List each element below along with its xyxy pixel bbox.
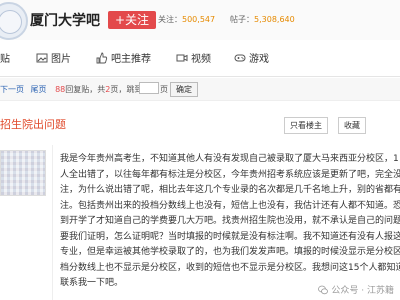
tab-images[interactable]: 图片 <box>36 50 71 65</box>
pager-links: 下一页 尾页 88回复贴，共2页，跳到 <box>0 84 142 95</box>
tab-games[interactable]: 游戏 <box>234 50 269 65</box>
video-icon <box>176 54 188 61</box>
post-line: 人全出错了，以往每年都有标注是分校区，今年贵州招考系统应该是更新了吧，完全没 <box>60 169 400 180</box>
post-count-value: 5,308,640 <box>254 15 295 24</box>
image-icon <box>36 53 48 62</box>
post-line: 档分数线上也不显示是分校区，收到的短信也不显示是分校区。我想问这15个人都知道吗 <box>60 262 400 273</box>
tab-videos-label: 视频 <box>191 54 211 65</box>
post-line: 注，为什么说出错了呢，相比去年这几个专业录的名次都是几千名地上升，别的省都有标 <box>60 185 400 195</box>
follow-count: 关注：500,547 <box>158 14 215 25</box>
reply-count: 88 <box>55 85 66 94</box>
wechat-icon <box>318 285 329 294</box>
reply-suffix: 回复贴，共 <box>65 85 106 94</box>
follow-count-label: 关注： <box>158 15 182 24</box>
page-jump-input[interactable] <box>139 82 159 94</box>
tab-recommended[interactable]: 吧主推荐 <box>96 50 151 65</box>
forum-title[interactable]: 厦门大学吧 <box>30 10 100 30</box>
favorite-button[interactable]: 收藏 <box>338 117 366 134</box>
post-count: 帖子：5,308,640 <box>230 14 295 25</box>
avatar[interactable] <box>0 150 46 196</box>
post-line: 要我们证明，怎么证明呢？当时填报的时候就是没有标注啊。我不知道还有没有人报这几个 <box>60 231 400 242</box>
page-unit: 页 <box>160 85 168 94</box>
tab-images-label: 图片 <box>51 54 71 65</box>
post-content: 我是今年贵州高考生，不知道其他人有没有发现自己被录取了厦大马来西亚分校区，1 人… <box>60 152 400 292</box>
tab-posts[interactable]: 贴 <box>0 50 10 65</box>
only-author-button[interactable]: 只看楼主 <box>284 117 328 134</box>
post-line: 注。包括贵州出来的投档分数线上也没有，短信上也没有，我估计还有人都不知道。恐怕 <box>60 200 400 211</box>
post-line: 我是今年贵州高考生，不知道其他人有没有发现自己被录取了厦大马来西亚分校区，1 <box>60 154 399 164</box>
last-page-link[interactable]: 尾页 <box>31 85 47 94</box>
thread-title: 招生院出问题 <box>0 118 66 131</box>
post-divider <box>52 145 53 300</box>
next-page-link[interactable]: 下一页 <box>0 85 24 94</box>
post-line: 到开学了才知道自己的学费要几大万吧。找贵州招生院也没用，就不承认是自己的问题， <box>60 216 400 226</box>
watermark: 公众号 · 江苏籍 <box>316 282 396 297</box>
tab-posts-label: 贴 <box>0 54 10 65</box>
page-suffix: 页，跳到 <box>110 85 143 94</box>
gamepad-icon <box>234 54 246 61</box>
post-line: 专业，但是幸运被其他学校录取了的，也为我们发发声吧。填报的时候没显示是分校区， <box>60 247 400 257</box>
confirm-button[interactable]: 确定 <box>170 82 198 97</box>
tab-games-label: 游戏 <box>249 54 269 65</box>
tab-recommended-label: 吧主推荐 <box>111 54 151 65</box>
follow-button[interactable]: +关注 <box>108 11 157 29</box>
watermark-text: 公众号 · 江苏籍 <box>331 286 394 296</box>
thumbs-up-icon <box>96 52 108 63</box>
post-count-label: 帖子： <box>230 15 254 24</box>
tab-videos[interactable]: 视频 <box>176 50 211 65</box>
follow-count-value: 500,547 <box>182 15 216 24</box>
